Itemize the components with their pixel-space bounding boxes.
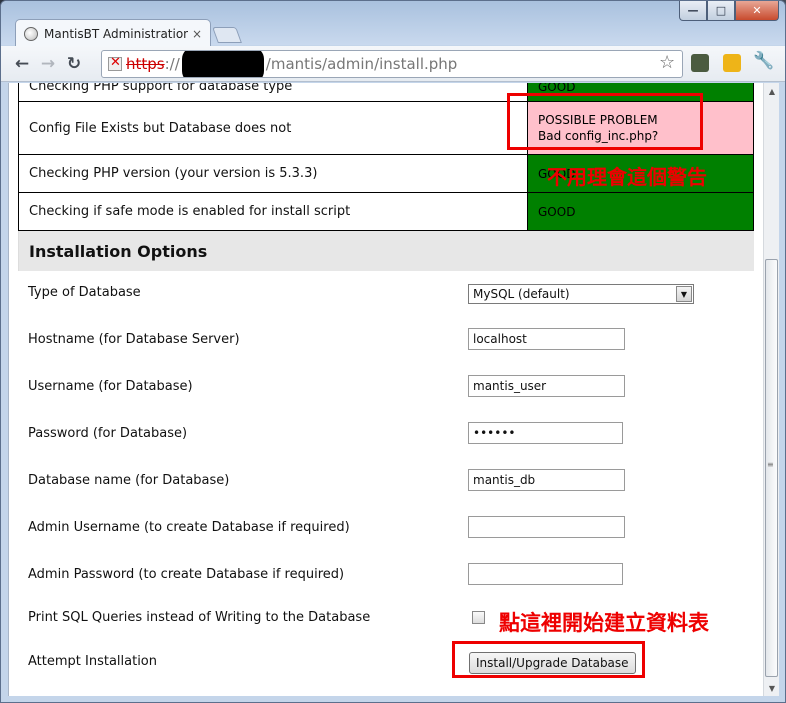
hostname-input[interactable]: localhost — [468, 328, 625, 350]
hostname-label: Hostname (for Database Server) — [28, 332, 240, 347]
check-label: Checking PHP version (your version is 5.… — [18, 154, 528, 193]
title-bar: — □ ✕ MantisBT Administration - × — [1, 1, 785, 47]
admin-password-label: Admin Password (to create Database if re… — [28, 567, 345, 582]
check-label: Checking PHP support for database type — [18, 83, 528, 102]
scrollbar-grip: ≡ — [767, 460, 774, 469]
admin-password-input[interactable] — [468, 563, 623, 585]
print-sql-label: Print SQL Queries instead of Writing to … — [28, 610, 371, 625]
tab-title: MantisBT Administration - — [44, 26, 188, 41]
browser-tab[interactable]: MantisBT Administration - × — [15, 19, 211, 47]
option-row-password: Password (for Database) •••••• — [18, 412, 754, 459]
problem-highlight-box — [507, 93, 703, 150]
admin-username-label: Admin Username (to create Database if re… — [28, 520, 350, 535]
admin-username-input[interactable] — [468, 516, 625, 538]
tab-close-icon[interactable]: × — [192, 27, 202, 41]
address-bar[interactable]: https :// /mantis/admin/install.php — [101, 50, 683, 78]
db-type-label: Type of Database — [28, 285, 141, 300]
reload-button[interactable]: ↻ — [61, 51, 87, 77]
chevron-down-icon[interactable]: ▼ — [676, 286, 692, 302]
speaker-extension-icon[interactable] — [723, 54, 741, 72]
browser-window: — □ ✕ MantisBT Administration - × ← → ↻ … — [0, 0, 786, 703]
db-type-select[interactable]: MySQL (default) ▼ — [468, 284, 694, 304]
click-to-create-annotation: 點這裡開始建立資料表 — [499, 611, 709, 635]
database-name-input[interactable]: mantis_db — [468, 469, 625, 491]
url-scheme: https — [126, 55, 165, 73]
install-button-highlight-box — [452, 641, 645, 678]
redacted-host — [181, 51, 264, 77]
wrench-menu-icon[interactable]: 🔧 — [753, 51, 774, 71]
maximize-button[interactable]: □ — [707, 1, 735, 21]
username-label: Username (for Database) — [28, 379, 193, 394]
password-input[interactable]: •••••• — [468, 422, 623, 444]
db-type-selected: MySQL (default) — [473, 287, 570, 301]
check-status-good: GOOD — [527, 192, 754, 231]
back-button[interactable]: ← — [9, 51, 35, 77]
check-row: Checking if safe mode is enabled for ins… — [18, 192, 754, 231]
print-sql-checkbox[interactable] — [472, 611, 485, 624]
ignore-warning-annotation: 不用理會這個警告 — [547, 165, 707, 189]
option-row-username: Username (for Database) mantis_user — [18, 365, 754, 412]
attempt-label: Attempt Installation — [28, 654, 158, 669]
bookmark-star-icon[interactable]: ☆ — [659, 52, 675, 73]
evernote-extension-icon[interactable] — [691, 54, 709, 72]
username-input[interactable]: mantis_user — [468, 375, 625, 397]
scroll-up-arrow[interactable]: ▲ — [764, 83, 779, 99]
globe-icon — [24, 26, 38, 41]
option-row-database-name: Database name (for Database) mantis_db — [18, 459, 754, 506]
forward-button[interactable]: → — [35, 51, 61, 77]
installation-options-heading: Installation Options — [18, 231, 754, 271]
check-label: Config File Exists but Database does not — [18, 101, 528, 155]
new-tab-button[interactable] — [212, 27, 242, 43]
check-label: Checking if safe mode is enabled for ins… — [18, 192, 528, 231]
option-row-hostname: Hostname (for Database Server) localhost — [18, 318, 754, 365]
page-viewport: Checking PHP support for database type G… — [8, 83, 779, 696]
option-row-admin-password: Admin Password (to create Database if re… — [18, 553, 754, 600]
url-separator: :// — [164, 55, 180, 73]
vertical-scrollbar[interactable]: ▲ ≡ ▼ — [763, 83, 779, 696]
database-name-label: Database name (for Database) — [28, 473, 230, 488]
minimize-button[interactable]: — — [679, 1, 707, 21]
scroll-down-arrow[interactable]: ▼ — [764, 680, 779, 696]
url-path: /mantis/admin/install.php — [265, 55, 458, 73]
option-row-admin-username: Admin Username (to create Database if re… — [18, 506, 754, 553]
insecure-lock-icon[interactable] — [108, 55, 122, 71]
close-window-button[interactable]: ✕ — [735, 1, 779, 21]
option-row-db-type: Type of Database MySQL (default) ▼ — [18, 271, 754, 318]
password-label: Password (for Database) — [28, 426, 188, 441]
window-controls: — □ ✕ — [679, 1, 779, 21]
